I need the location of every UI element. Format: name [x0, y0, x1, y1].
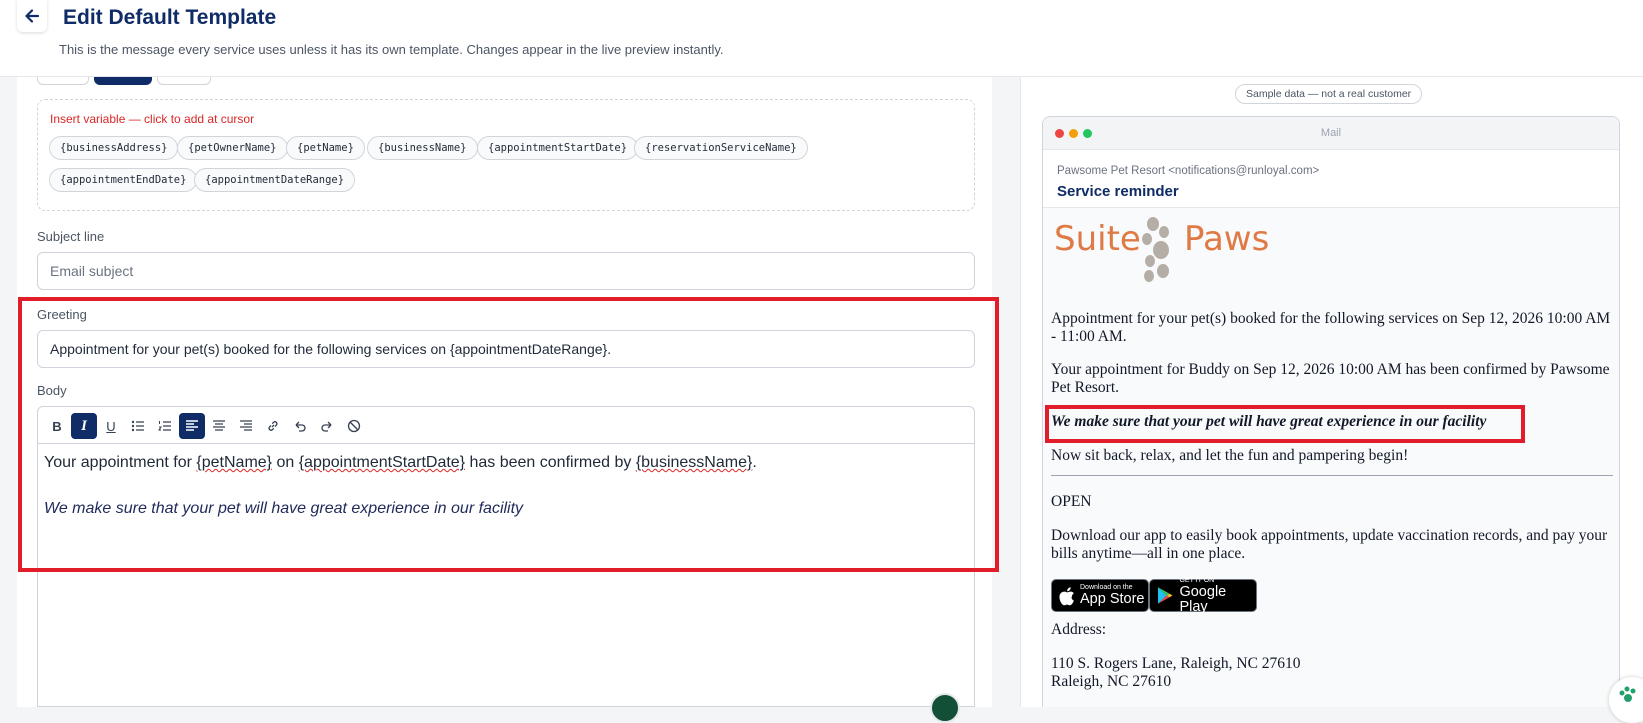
logo-word-right: Paws — [1184, 219, 1270, 259]
body-line-2: We make sure that your pet will have gre… — [44, 500, 524, 517]
google-play-big: Google Play — [1179, 583, 1227, 615]
numbered-list-icon — [158, 421, 171, 431]
bold-button[interactable]: B — [44, 413, 70, 439]
clear-format-button[interactable] — [341, 413, 367, 439]
email-paragraph-italic: We make sure that your pet will have gre… — [1051, 413, 1487, 430]
redo-button[interactable] — [314, 413, 340, 439]
page-header: Edit Default Template This is the messag… — [0, 0, 1643, 77]
email-open-text: OPEN — [1051, 493, 1092, 510]
undo-icon — [295, 421, 306, 432]
variable-chip[interactable]: {businessName} — [367, 136, 478, 160]
body-line-1: Your appointment for {petName} on {appoi… — [44, 454, 757, 471]
logo-word-left: Suite — [1054, 219, 1141, 259]
email-body: Suite Paws Appointment for your pet(s) b… — [1051, 208, 1613, 690]
greeting-input[interactable] — [37, 330, 975, 368]
variables-title: Insert variable — click to add at cursor — [50, 112, 255, 126]
paw-icon — [1619, 686, 1636, 702]
variable-chip[interactable]: {petOwnerName} — [177, 136, 288, 160]
mail-from: Pawsome Pet Resort <notifications@runloy… — [1057, 165, 1320, 177]
page-subtitle: This is the message every service uses u… — [59, 42, 724, 57]
apple-icon — [1059, 586, 1074, 605]
subject-label: Subject line — [37, 229, 105, 244]
body-label: Body — [37, 383, 67, 398]
mail-titlebar: Mail — [1043, 117, 1619, 150]
email-paragraph: Now sit back, relax, and let the fun and… — [1051, 447, 1409, 464]
numbered-list-button[interactable] — [152, 413, 178, 439]
suite-paws-logo: Suite Paws — [1051, 208, 1613, 298]
email-paragraph: Appointment for your pet(s) booked for t… — [1051, 310, 1611, 345]
italic-button[interactable]: I — [71, 413, 97, 439]
tab-stub-active[interactable] — [94, 77, 152, 85]
tab-stub[interactable] — [37, 77, 89, 85]
help-widget-button[interactable] — [1609, 677, 1643, 723]
sample-data-badge: Sample data — not a real customer — [1235, 84, 1423, 104]
grammar-assistant-icon[interactable] — [930, 693, 960, 723]
underline-button[interactable]: U — [98, 413, 124, 439]
align-right-icon — [240, 420, 252, 431]
email-paragraph: Your appointment for Buddy on Sep 12, 20… — [1051, 361, 1610, 396]
variables-box: Insert variable — click to add at cursor… — [37, 99, 975, 211]
email-address-line2: Raleigh, NC 27610 — [1051, 673, 1172, 690]
email-address-label: Address: — [1051, 621, 1107, 638]
google-play-badge[interactable]: GET IT ON Google Play — [1149, 577, 1257, 615]
clear-format-icon — [347, 419, 361, 433]
back-button[interactable] — [17, 0, 47, 32]
page-title: Edit Default Template — [63, 6, 277, 29]
align-right-button[interactable] — [233, 413, 259, 439]
align-left-button[interactable] — [179, 413, 205, 439]
variable-chip[interactable]: {appointmentStartDate} — [477, 136, 639, 160]
email-address-line1: 110 S. Rogers Lane, Raleigh, NC 27610 — [1051, 655, 1301, 672]
email-divider — [1051, 475, 1613, 476]
align-center-icon — [213, 420, 225, 431]
email-download-text: Download our app to easily book appointm… — [1051, 527, 1608, 562]
paw-print-icon — [1142, 217, 1169, 282]
link-button[interactable] — [260, 413, 286, 439]
variable-chip[interactable]: {appointmentDateRange} — [194, 168, 356, 192]
undo-button[interactable] — [287, 413, 313, 439]
greeting-label: Greeting — [37, 307, 87, 322]
google-play-icon — [1157, 587, 1173, 604]
tab-stub[interactable] — [157, 77, 211, 85]
align-left-icon — [186, 420, 198, 431]
app-store-big: App Store — [1080, 591, 1145, 607]
body-editor[interactable]: Your appointment for {petName} on {appoi… — [37, 443, 975, 707]
link-icon — [268, 421, 278, 431]
mail-window-title: Mail — [1320, 127, 1342, 139]
body-toolbar: B I U — [37, 406, 975, 444]
variable-chip[interactable]: {petName} — [286, 136, 365, 160]
mail-header: Pawsome Pet Resort <notifications@runloy… — [1043, 150, 1619, 208]
variable-chip[interactable]: {reservationServiceName} — [634, 136, 808, 160]
arrow-left-icon — [25, 9, 40, 23]
variable-chip[interactable]: {appointmentEndDate} — [49, 168, 198, 192]
mail-subject: Service reminder — [1057, 183, 1179, 200]
mail-preview-window: Mail Pawsome Pet Resort <notifications@r… — [1042, 116, 1620, 707]
variable-chip[interactable]: {businessAddress} — [49, 136, 179, 160]
subject-input[interactable] — [37, 252, 975, 290]
editor-panel: Insert variable — click to add at cursor… — [17, 77, 992, 707]
bullet-list-button[interactable] — [125, 413, 151, 439]
app-store-badge[interactable]: Download on the App Store — [1051, 579, 1149, 612]
align-center-button[interactable] — [206, 413, 232, 439]
bullet-list-icon — [131, 420, 144, 432]
redo-icon — [321, 421, 332, 432]
